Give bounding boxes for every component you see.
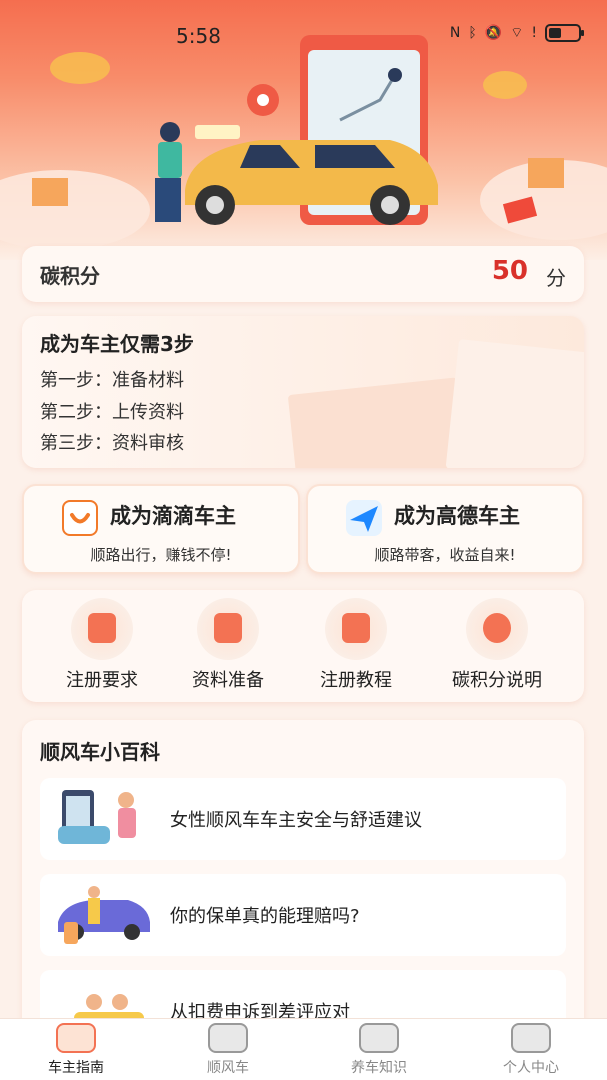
tab-label: 车主指南 xyxy=(48,1060,104,1076)
document-illustration xyxy=(445,339,584,468)
steps-title: 成为车主仅需3步 xyxy=(40,332,194,356)
tutorial-icon xyxy=(325,598,387,660)
carbon-points-unit: 分 xyxy=(546,266,566,290)
tab-label: 个人中心 xyxy=(503,1060,559,1076)
carbon-points-label: 碳积分 xyxy=(40,264,100,288)
quick-links: 注册要求 资料准备 注册教程 碳积分说明 xyxy=(22,590,584,702)
didi-driver-subtitle: 顺路出行，赚钱不停! xyxy=(90,546,232,564)
steps-card[interactable]: 成为车主仅需3步 第一步：准备材料 第二步：上传资料 第三步：资料审核 xyxy=(22,316,584,468)
quick-link-carbon-explained[interactable]: 碳积分说明 xyxy=(432,598,562,692)
amap-driver-subtitle: 顺路带客，收益自来! xyxy=(374,546,516,564)
quick-link-label: 注册教程 xyxy=(320,670,392,691)
book-icon xyxy=(359,1023,399,1053)
didi-driver-card[interactable]: 成为滴滴车主 顺路出行，赚钱不停! xyxy=(22,484,300,574)
quick-link-registration-requirements[interactable]: 注册要求 xyxy=(42,598,162,692)
amap-logo-icon xyxy=(346,500,382,536)
hero-illustration xyxy=(0,35,607,250)
tab-car-care[interactable]: 养车知识 xyxy=(319,1023,439,1077)
step-item: 第一步：准备材料 xyxy=(40,370,184,391)
user-plus-icon xyxy=(71,598,133,660)
quick-link-label: 资料准备 xyxy=(192,670,264,691)
tab-label: 养车知识 xyxy=(351,1060,407,1076)
tab-profile[interactable]: 个人中心 xyxy=(471,1023,591,1077)
carbon-points-value: 50 xyxy=(491,256,528,286)
wiki-article[interactable]: 女性顺风车车主安全与舒适建议 xyxy=(40,778,566,860)
document-illustration xyxy=(287,377,467,468)
bottom-tab-bar: 车主指南 顺风车 养车知识 个人中心 xyxy=(0,1018,607,1080)
article-thumbnail xyxy=(58,790,136,844)
carbon-points-card[interactable]: 碳积分 50 分 xyxy=(22,246,584,302)
quick-link-tutorial[interactable]: 注册教程 xyxy=(296,598,416,692)
medal-icon xyxy=(466,598,528,660)
amap-driver-title: 成为高德车主 xyxy=(394,504,520,528)
quick-link-label: 注册要求 xyxy=(66,670,138,691)
car-icon xyxy=(56,1023,96,1053)
amap-driver-card[interactable]: 成为高德车主 顺路带客，收益自来! xyxy=(306,484,584,574)
document-icon xyxy=(197,598,259,660)
wiki-title: 顺风车小百科 xyxy=(40,740,160,764)
didi-logo-icon xyxy=(62,500,98,536)
quick-link-label: 碳积分说明 xyxy=(452,670,542,691)
step-item: 第二步：上传资料 xyxy=(40,402,184,423)
didi-driver-title: 成为滴滴车主 xyxy=(110,504,236,528)
wiki-article[interactable]: 你的保单真的能理赔吗? xyxy=(40,874,566,956)
tab-carpool[interactable]: 顺风车 xyxy=(168,1023,288,1077)
article-thumbnail xyxy=(58,886,150,944)
carpool-icon xyxy=(208,1023,248,1053)
hero-banner: 5:58 N ᛒ 🔕 ⌔ ! xyxy=(0,0,607,260)
step-item: 第三步：资料审核 xyxy=(40,433,184,454)
wiki-article-title: 女性顺风车车主安全与舒适建议 xyxy=(170,810,422,831)
profile-icon xyxy=(511,1023,551,1053)
quick-link-document-prep[interactable]: 资料准备 xyxy=(168,598,288,692)
tab-driver-guide[interactable]: 车主指南 xyxy=(16,1023,136,1077)
wiki-article-title: 你的保单真的能理赔吗? xyxy=(170,906,360,927)
tab-label: 顺风车 xyxy=(207,1060,249,1076)
